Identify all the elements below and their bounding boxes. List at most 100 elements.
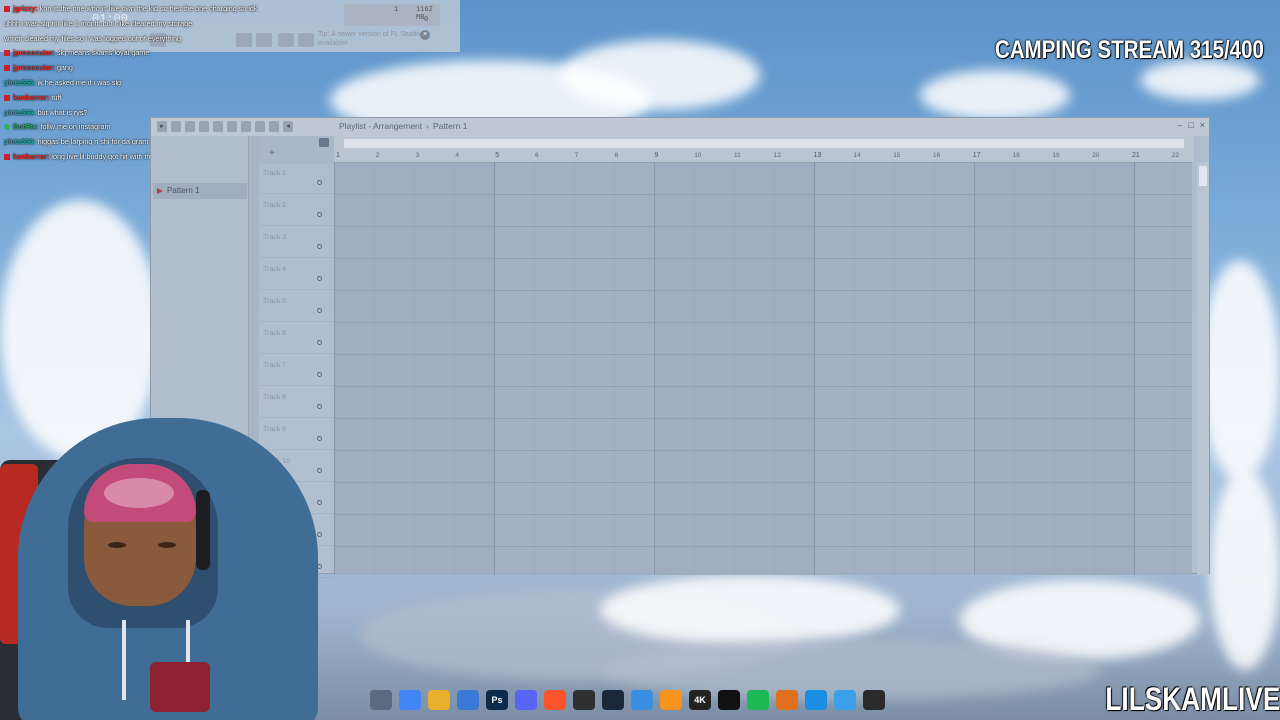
track-mute-toggle[interactable] bbox=[317, 180, 322, 185]
chat-message: jgrizzy: kon is the one who is like own … bbox=[4, 4, 258, 13]
chat-text: kon is the one who is like own the kid s… bbox=[39, 4, 258, 13]
fl-cut-icon[interactable] bbox=[776, 690, 798, 710]
bar-number: 18 bbox=[1012, 152, 1020, 159]
select-icon[interactable] bbox=[255, 121, 265, 132]
fl-studio-icon[interactable] bbox=[660, 690, 682, 710]
play-icon[interactable] bbox=[863, 690, 885, 710]
bar-number: 6 bbox=[535, 152, 539, 159]
mute-icon[interactable] bbox=[227, 121, 237, 132]
slice-icon[interactable] bbox=[241, 121, 251, 132]
minimize-button[interactable]: – bbox=[1177, 120, 1182, 130]
xcode-icon[interactable] bbox=[805, 690, 827, 710]
bar-number: 15 bbox=[893, 152, 901, 159]
track-name: Track 2 bbox=[263, 202, 287, 209]
magnet-icon[interactable] bbox=[171, 121, 181, 132]
chat-message: pints556: ik he asked me if i was slg bbox=[4, 78, 121, 87]
chat-message: pints556: niggas be larping n shi for da… bbox=[4, 137, 148, 146]
bar-number: 3 bbox=[415, 152, 420, 159]
snap-icon[interactable] bbox=[319, 138, 329, 147]
speaker-icon[interactable]: ◂ bbox=[283, 121, 293, 132]
chat-username: BotRix: bbox=[13, 122, 39, 132]
toolbar-button[interactable] bbox=[278, 33, 294, 47]
scroll-thumb[interactable] bbox=[1199, 166, 1207, 186]
track-header[interactable]: Track 5 bbox=[259, 290, 334, 322]
sparkle-icon[interactable] bbox=[631, 690, 653, 710]
horizontal-scrollbar[interactable] bbox=[344, 139, 1184, 148]
chat-badge-icon bbox=[4, 124, 10, 131]
track-mute-toggle[interactable] bbox=[317, 372, 322, 377]
toolbar-button[interactable] bbox=[256, 33, 272, 47]
chrome-icon[interactable] bbox=[399, 690, 421, 710]
chat-badge-icon bbox=[4, 154, 10, 161]
track-name: Track 1 bbox=[263, 170, 287, 177]
channel-brand: LILSKAMLIVE bbox=[1105, 681, 1280, 717]
track-mute-toggle[interactable] bbox=[317, 244, 322, 249]
chat-text: gang bbox=[56, 63, 73, 73]
window-controls: – □ × bbox=[1177, 120, 1205, 130]
close-icon[interactable]: × bbox=[420, 30, 430, 40]
brush-icon[interactable] bbox=[199, 121, 209, 132]
bar-number: 12 bbox=[773, 152, 782, 159]
taskbar: Ps 4K bbox=[370, 690, 885, 712]
file-explorer-icon[interactable] bbox=[370, 690, 392, 710]
toolbar-button[interactable] bbox=[236, 33, 252, 47]
track-mute-toggle[interactable] bbox=[317, 308, 322, 313]
steam-icon[interactable] bbox=[602, 690, 624, 710]
notes-icon[interactable] bbox=[834, 690, 856, 710]
hoodie-string bbox=[122, 620, 126, 700]
arrow-icon[interactable]: ▸ bbox=[157, 121, 167, 132]
chat-text: uhhh i was slg for like 1 month but i li… bbox=[4, 18, 193, 28]
track-header[interactable]: Track 4 bbox=[259, 258, 334, 290]
discord-icon[interactable] bbox=[515, 690, 537, 710]
chat-message: jprosecutor: slg means skams loyal game bbox=[4, 48, 149, 57]
bar-number: 7 bbox=[574, 152, 579, 159]
track-name: Track 4 bbox=[263, 266, 287, 273]
playlist-titlebar[interactable]: ▸ ◂ Playlist - Arrangement › Pattern 1 – □… bbox=[151, 118, 1209, 136]
track-header[interactable]: Track 1 bbox=[259, 162, 334, 194]
folder-icon[interactable] bbox=[428, 690, 450, 710]
add-track-button[interactable]: + bbox=[269, 148, 275, 159]
vertical-scrollbar[interactable] bbox=[1197, 162, 1209, 575]
track-header[interactable]: Track 2 bbox=[259, 194, 334, 226]
epic-icon[interactable] bbox=[718, 690, 740, 710]
track-mute-toggle[interactable] bbox=[317, 276, 322, 281]
brave-icon[interactable] bbox=[544, 690, 566, 710]
playlist-title: Playlist - Arrangement › Pattern 1 bbox=[339, 121, 468, 131]
update-notice[interactable]: Tip: A newer version of FL Studio is ava… bbox=[318, 30, 434, 50]
chat-username: jgrizzy: bbox=[13, 4, 38, 13]
cpu-value: 1 bbox=[394, 6, 399, 14]
spotify-icon[interactable] bbox=[747, 690, 769, 710]
chat-username: jprosecutor: bbox=[13, 63, 55, 73]
bar-number: 17 bbox=[972, 152, 981, 159]
close-button[interactable]: × bbox=[1200, 120, 1205, 130]
bar-number: 21 bbox=[1132, 152, 1140, 159]
photoshop-icon[interactable]: Ps bbox=[486, 690, 508, 710]
pattern-item[interactable]: Pattern 1 bbox=[153, 183, 247, 199]
chat-username: jprosecutor: bbox=[13, 48, 55, 58]
update-notice-text: Tip: A newer version of FL Studio is ava… bbox=[318, 31, 428, 47]
delete-icon[interactable] bbox=[213, 121, 223, 132]
maximize-button[interactable]: □ bbox=[1188, 120, 1193, 130]
zoom-icon[interactable] bbox=[269, 121, 279, 132]
arrangement-grid[interactable] bbox=[334, 162, 1192, 575]
pattern-crumb[interactable]: Pattern 1 bbox=[433, 121, 468, 131]
track-header[interactable]: Track 3 bbox=[259, 226, 334, 258]
store-icon[interactable] bbox=[457, 690, 479, 710]
chat-text: slg means skams loyal game bbox=[56, 48, 150, 58]
track-name: Track 5 bbox=[263, 298, 287, 305]
chat-message: pints556: but what is rys? bbox=[4, 108, 88, 117]
toolbar-button[interactable] bbox=[298, 33, 314, 47]
track-mute-toggle[interactable] bbox=[317, 212, 322, 217]
chat-message: which cleared my files so i was logged o… bbox=[4, 34, 181, 43]
bar-number: 9 bbox=[654, 152, 659, 159]
bar-number: 2 bbox=[375, 152, 380, 159]
track-mute-toggle[interactable] bbox=[317, 340, 322, 345]
capture-icon[interactable]: 4K bbox=[689, 690, 711, 710]
bar-number: 13 bbox=[813, 152, 822, 159]
stream-title: CAMPING STREAM 315/400 bbox=[995, 36, 1264, 64]
pencil-icon[interactable] bbox=[185, 121, 195, 132]
obs-icon[interactable] bbox=[573, 690, 595, 710]
track-header[interactable]: Track 7 bbox=[259, 354, 334, 386]
timeline-ruler[interactable]: 1 2 3 4 5 6 7 8 9 10 11 12 13 14 15 16 17 18 19 20 21 22 bbox=[334, 136, 1194, 162]
track-header[interactable]: Track 6 bbox=[259, 322, 334, 354]
